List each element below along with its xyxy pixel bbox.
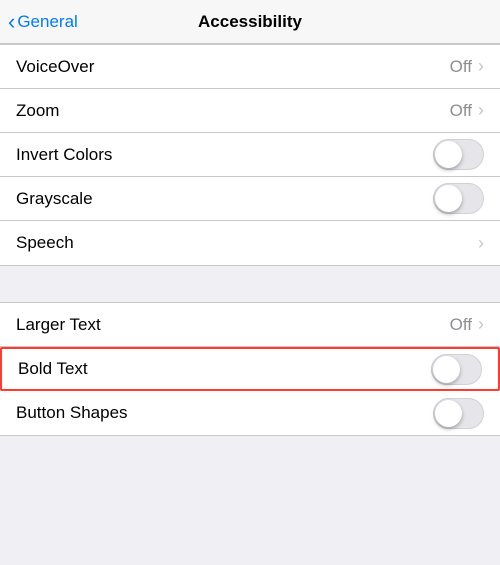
back-chevron-icon: ‹ bbox=[8, 11, 15, 33]
bold-text-row[interactable]: Bold Text bbox=[0, 347, 500, 391]
zoom-row[interactable]: Zoom Off › bbox=[0, 89, 500, 133]
speech-right: › bbox=[478, 233, 484, 254]
group-spacer bbox=[0, 266, 500, 302]
grayscale-row[interactable]: Grayscale bbox=[0, 177, 500, 221]
settings-group-1: VoiceOver Off › Zoom Off › Invert Colors… bbox=[0, 44, 500, 266]
voiceover-row[interactable]: VoiceOver Off › bbox=[0, 45, 500, 89]
button-shapes-right bbox=[433, 398, 484, 429]
voiceover-label: VoiceOver bbox=[16, 57, 94, 77]
voiceover-right: Off › bbox=[450, 56, 484, 77]
invert-colors-toggle-knob bbox=[435, 141, 462, 168]
zoom-right: Off › bbox=[450, 100, 484, 121]
voiceover-value: Off bbox=[450, 57, 472, 77]
grayscale-label: Grayscale bbox=[16, 189, 93, 209]
zoom-chevron-icon: › bbox=[478, 100, 484, 121]
invert-colors-toggle[interactable] bbox=[433, 139, 484, 170]
back-button[interactable]: ‹ General bbox=[8, 11, 78, 33]
bold-text-toggle[interactable] bbox=[431, 354, 482, 385]
larger-text-label: Larger Text bbox=[16, 315, 101, 335]
button-shapes-toggle-knob bbox=[435, 400, 462, 427]
bold-text-toggle-knob bbox=[433, 356, 460, 383]
bold-text-right bbox=[431, 354, 482, 385]
grayscale-toggle[interactable] bbox=[433, 183, 484, 214]
invert-colors-row[interactable]: Invert Colors bbox=[0, 133, 500, 177]
invert-colors-label: Invert Colors bbox=[16, 145, 112, 165]
back-label: General bbox=[17, 12, 77, 32]
page-title: Accessibility bbox=[198, 12, 302, 32]
settings-group-2: Larger Text Off › Bold Text Button Shape… bbox=[0, 302, 500, 436]
speech-label: Speech bbox=[16, 233, 74, 253]
larger-text-row[interactable]: Larger Text Off › bbox=[0, 303, 500, 347]
grayscale-toggle-knob bbox=[435, 185, 462, 212]
button-shapes-toggle[interactable] bbox=[433, 398, 484, 429]
larger-text-value: Off bbox=[450, 315, 472, 335]
larger-text-right: Off › bbox=[450, 314, 484, 335]
larger-text-chevron-icon: › bbox=[478, 314, 484, 335]
grayscale-right bbox=[433, 183, 484, 214]
bold-text-label: Bold Text bbox=[18, 359, 88, 379]
button-shapes-label: Button Shapes bbox=[16, 403, 128, 423]
speech-chevron-icon: › bbox=[478, 233, 484, 254]
zoom-value: Off bbox=[450, 101, 472, 121]
speech-row[interactable]: Speech › bbox=[0, 221, 500, 265]
zoom-label: Zoom bbox=[16, 101, 59, 121]
nav-bar: ‹ General Accessibility bbox=[0, 0, 500, 44]
voiceover-chevron-icon: › bbox=[478, 56, 484, 77]
invert-colors-right bbox=[433, 139, 484, 170]
button-shapes-row[interactable]: Button Shapes bbox=[0, 391, 500, 435]
